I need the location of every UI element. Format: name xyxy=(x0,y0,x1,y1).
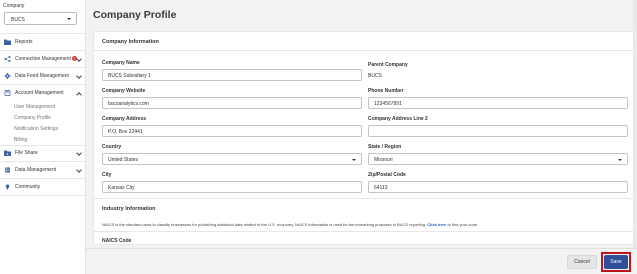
company-address-line2-label: Company Address Line 2 xyxy=(368,116,428,122)
company-select-value: BUCS xyxy=(11,16,25,23)
naics-code-label: NAICS Code xyxy=(102,238,132,244)
company-name-input[interactable]: BUCS Subsidiary 1 xyxy=(102,69,362,81)
zip-code-input[interactable]: 64113 xyxy=(368,181,628,193)
company-label: Company xyxy=(3,3,25,9)
company-select[interactable]: BUCS xyxy=(4,12,77,25)
sidebar-item-label: Reports xyxy=(15,39,33,45)
sidebar-item-data-management[interactable]: Data Management xyxy=(0,162,86,178)
sidebar-item-label: Community xyxy=(15,184,41,190)
sidebar-item-community[interactable]: Community xyxy=(0,179,86,195)
divider xyxy=(94,231,633,232)
sidebar-subitem-billing[interactable]: Billing xyxy=(14,137,27,143)
chevron-down-icon xyxy=(352,158,356,161)
country-label: Country xyxy=(102,144,122,150)
company-address-input[interactable]: P.O. Box 22441 xyxy=(102,125,362,137)
country-value: United States xyxy=(108,157,139,163)
city-label: City xyxy=(102,172,112,178)
country-select[interactable]: United States xyxy=(102,153,362,165)
state-region-label: State / Region xyxy=(368,144,402,150)
share-icon xyxy=(4,55,11,62)
company-address-value: P.O. Box 22441 xyxy=(108,129,143,135)
sidebar-item-label: Account Management xyxy=(15,90,64,96)
state-region-select[interactable]: Missouri xyxy=(368,153,628,165)
chevron-down-icon[interactable] xyxy=(76,55,82,62)
folder-icon xyxy=(4,39,11,45)
company-address-line2-input[interactable] xyxy=(368,125,628,137)
sidebar-subitem-notification-settings[interactable]: Notification Settings xyxy=(14,126,58,132)
cancel-button[interactable]: Cancel xyxy=(567,255,597,269)
file-share-icon xyxy=(4,150,11,156)
sidebar-subitem-user-management[interactable]: User Management xyxy=(14,104,55,110)
footer-bar xyxy=(86,248,637,274)
sidebar-item-label: Connection Management xyxy=(15,56,71,62)
naics-help-link[interactable]: Click here xyxy=(427,222,446,227)
section-title: Industry Information xyxy=(102,206,156,212)
company-website-value: bucsanalytics.com xyxy=(108,101,149,107)
sidebar-item-reports[interactable]: Reports xyxy=(0,34,86,50)
company-address-label: Company Address xyxy=(102,116,146,122)
chevron-down-icon[interactable] xyxy=(76,72,82,79)
chevron-up-icon[interactable] xyxy=(76,91,82,98)
save-button[interactable]: Save xyxy=(604,255,628,269)
parent-company-value: BUCS xyxy=(368,73,382,79)
naics-note-tail: to find your code. xyxy=(447,222,479,227)
data-icon xyxy=(5,167,10,172)
sidebar-item-label: Data Management xyxy=(15,167,57,173)
sidebar-item-data-feed-management[interactable]: Data Feed Management xyxy=(0,68,86,84)
chevron-down-icon[interactable] xyxy=(76,149,82,156)
sidebar-item-label: Data Feed Management xyxy=(15,73,69,79)
sidebar-item-connection-management[interactable]: Connection Management ! xyxy=(0,51,86,67)
zip-code-label: Zip/Postal Code xyxy=(368,172,406,178)
state-region-value: Missouri xyxy=(374,157,393,163)
divider xyxy=(0,195,86,196)
phone-number-label: Phone Number xyxy=(368,88,404,94)
sidebar-item-label: File Share xyxy=(15,150,38,156)
naics-note: NAICS is the standard used to classify b… xyxy=(102,222,478,227)
lightbulb-icon xyxy=(5,184,10,189)
sidebar: Company BUCS Reports Connection Manageme… xyxy=(0,0,86,274)
chevron-down-icon xyxy=(67,18,71,20)
company-name-value: BUCS Subsidiary 1 xyxy=(108,73,151,79)
phone-number-value: 1234567891 xyxy=(374,101,402,107)
divider xyxy=(94,50,633,51)
city-value: Kansas City xyxy=(108,185,135,191)
sidebar-item-account-management[interactable]: Account Management xyxy=(0,85,86,101)
company-website-input[interactable]: bucsanalytics.com xyxy=(102,97,362,109)
sidebar-item-file-share[interactable]: File Share xyxy=(0,145,86,161)
company-name-label: Company Name xyxy=(102,60,140,66)
company-website-label: Company Website xyxy=(102,88,146,94)
sidebar-subitem-company-profile[interactable]: Company Profile xyxy=(14,115,51,121)
city-input[interactable]: Kansas City xyxy=(102,181,362,193)
divider xyxy=(94,198,633,199)
chevron-down-icon xyxy=(618,158,622,161)
phone-number-input[interactable]: 1234567891 xyxy=(368,97,628,109)
company-profile-card: Company Information Company Name BUCS Su… xyxy=(93,31,634,245)
section-title: Company Information xyxy=(102,39,159,45)
book-icon xyxy=(4,89,11,96)
zip-code-value: 64113 xyxy=(374,185,388,191)
gear-icon xyxy=(4,72,11,79)
naics-note-text: NAICS is the standard used to classify b… xyxy=(102,222,427,227)
chevron-down-icon[interactable] xyxy=(76,166,82,173)
parent-company-label: Parent Company xyxy=(368,62,408,68)
page-title: Company Profile xyxy=(93,9,177,21)
